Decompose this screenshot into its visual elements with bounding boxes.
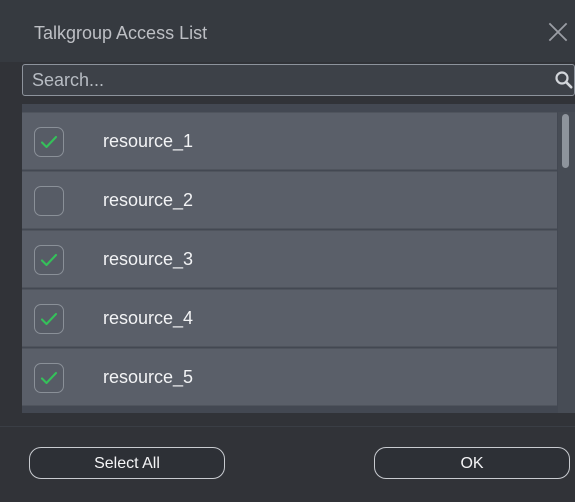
- close-icon[interactable]: [548, 22, 568, 42]
- scrollbar-thumb[interactable]: [562, 114, 569, 168]
- list-item-label: resource_5: [103, 367, 194, 387]
- list-item-resource-4[interactable]: resource_4: [22, 289, 557, 347]
- resource-1-checkbox[interactable]: [34, 127, 64, 157]
- checkmark-icon: [40, 371, 58, 385]
- list-item-label: resource_3: [103, 249, 194, 269]
- list-item-resource-2[interactable]: resource_2: [22, 171, 557, 229]
- checkmark-icon: [40, 312, 58, 326]
- resource-5-checkbox[interactable]: [34, 363, 64, 393]
- search-icon[interactable]: [554, 70, 574, 90]
- resource-2-checkbox[interactable]: [34, 186, 64, 216]
- ok-button[interactable]: OK: [374, 447, 570, 479]
- talkgroup-access-dialog: Talkgroup Access List resource_1: [0, 0, 575, 502]
- search-input[interactable]: [32, 68, 532, 92]
- resource-4-checkbox[interactable]: [34, 304, 64, 334]
- list-item-resource-1[interactable]: resource_1: [22, 112, 557, 170]
- dialog-title: Talkgroup Access List: [34, 23, 208, 43]
- dialog-titlebar: Talkgroup Access List: [0, 0, 575, 62]
- checkmark-icon: [40, 135, 58, 149]
- list-item-resource-5[interactable]: resource_5: [22, 348, 557, 406]
- list-item-label: resource_2: [103, 190, 194, 210]
- talkgroup-resource-list[interactable]: resource_1 resource_2 resource_3 resourc…: [22, 104, 575, 413]
- list-item-resource-3[interactable]: resource_3: [22, 230, 557, 288]
- select-all-button[interactable]: Select All: [29, 447, 225, 479]
- list-item-label: resource_4: [103, 308, 194, 328]
- list-item-label: resource_1: [103, 131, 194, 151]
- list-scrollbar[interactable]: [558, 112, 575, 413]
- footer-divider: [0, 426, 575, 427]
- checkmark-icon: [40, 253, 58, 267]
- resource-3-checkbox[interactable]: [34, 245, 64, 275]
- search-field[interactable]: [22, 64, 575, 96]
